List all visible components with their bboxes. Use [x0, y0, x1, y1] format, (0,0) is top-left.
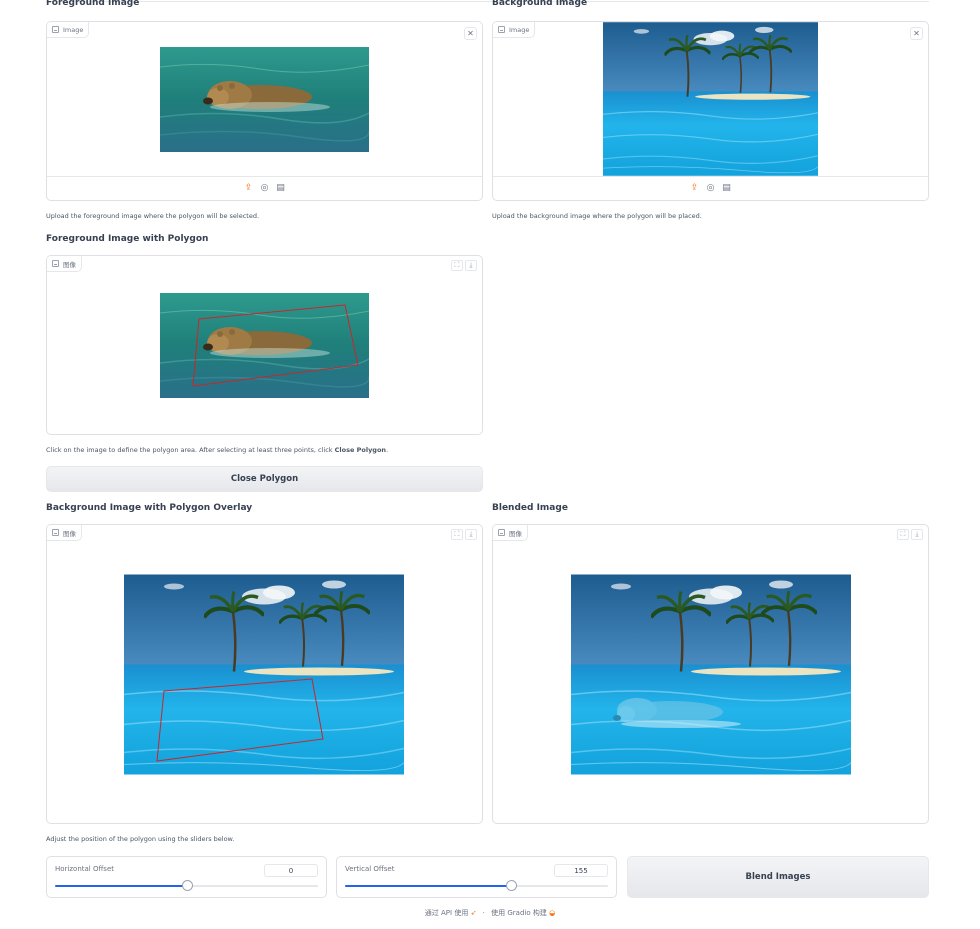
top-divider [46, 0, 929, 2]
horizontal-offset-slider: Horizontal Offset 0 [46, 856, 327, 898]
polygon-image[interactable] [160, 293, 369, 398]
horizontal-offset-fill [55, 885, 187, 887]
rocket-icon: ➶ [470, 909, 477, 917]
vertical-offset-label: Vertical Offset [345, 865, 395, 873]
vertical-offset-track[interactable] [345, 880, 608, 891]
background-upload-panel[interactable]: Image ✕ ⇪ ◎ ▤ [492, 21, 929, 201]
foreground-tag: Image [47, 22, 90, 38]
blended-tag: 图像 [493, 525, 528, 541]
horizontal-offset-input[interactable]: 0 [264, 864, 318, 877]
foreground-upload-panel[interactable]: Image ✕ ⇪ ◎ ▤ [46, 21, 483, 201]
close-polygon-button[interactable]: Close Polygon [46, 466, 483, 492]
image-icon [52, 26, 59, 33]
clipboard-icon[interactable]: ▤ [722, 184, 732, 194]
upload-icon[interactable]: ⇪ [690, 184, 700, 194]
download-icon[interactable]: ⤓ [465, 529, 477, 540]
gradio-logo-icon: ◒ [549, 909, 556, 917]
blended-image [571, 574, 851, 775]
footer-separator: · [482, 909, 485, 917]
image-icon [52, 260, 59, 267]
clipboard-icon[interactable]: ▤ [276, 184, 286, 194]
webcam-icon[interactable]: ◎ [706, 184, 716, 194]
close-icon[interactable]: ✕ [464, 27, 477, 40]
close-icon[interactable]: ✕ [910, 27, 923, 40]
fullscreen-icon[interactable]: ⛶ [897, 529, 909, 540]
footer: 通过 API 使用 ➶ · 使用 Gradio 构建 ◒ [0, 908, 980, 918]
image-icon [498, 26, 505, 33]
foreground-title: Foreground Image [46, 0, 140, 8]
api-link[interactable]: 通过 API 使用 [425, 909, 469, 917]
foreground-toolbar: ⇪ ◎ ▤ [47, 176, 482, 200]
horizontal-offset-thumb[interactable] [181, 880, 193, 891]
horizontal-offset-label: Horizontal Offset [55, 865, 114, 873]
background-image[interactable] [603, 22, 818, 176]
background-toolbar: ⇪ ◎ ▤ [493, 176, 928, 200]
fullscreen-icon[interactable]: ⛶ [451, 260, 463, 271]
gradio-link[interactable]: 使用 Gradio 构建 [491, 909, 547, 917]
polygon-title: Foreground Image with Polygon [46, 234, 209, 244]
background-tag: Image [493, 22, 536, 38]
polygon-hint: Click on the image to define the polygon… [46, 446, 389, 454]
webcam-icon[interactable]: ◎ [260, 184, 270, 194]
fullscreen-icon[interactable]: ⛶ [451, 529, 463, 540]
polygon-panel: 图像 ⛶ ⤓ [46, 255, 483, 435]
overlay-actions: ⛶ ⤓ [451, 529, 477, 540]
image-icon [52, 529, 59, 536]
overlay-hint: Adjust the position of the polygon using… [46, 835, 235, 843]
overlay-tag: 图像 [47, 525, 82, 541]
foreground-hint: Upload the foreground image where the po… [46, 212, 260, 220]
vertical-offset-slider: Vertical Offset 155 [336, 856, 617, 898]
blended-actions: ⛶ ⤓ [897, 529, 923, 540]
upload-icon[interactable]: ⇪ [244, 184, 254, 194]
vertical-offset-input[interactable]: 155 [554, 864, 608, 877]
overlay-image [124, 574, 404, 775]
background-hint: Upload the background image where the po… [492, 212, 702, 220]
overlay-panel: 图像 ⛶ ⤓ [46, 524, 483, 824]
download-icon[interactable]: ⤓ [911, 529, 923, 540]
foreground-image[interactable] [160, 47, 369, 152]
background-title: Background Image [492, 0, 588, 8]
image-icon [498, 529, 505, 536]
vertical-offset-fill [345, 885, 511, 887]
polygon-actions: ⛶ ⤓ [451, 260, 477, 271]
download-icon[interactable]: ⤓ [465, 260, 477, 271]
polygon-tag: 图像 [47, 256, 82, 272]
blended-panel: 图像 ⛶ ⤓ [492, 524, 929, 824]
blended-title: Blended Image [492, 503, 568, 513]
vertical-offset-thumb[interactable] [505, 880, 517, 891]
blend-images-button[interactable]: Blend Images [627, 856, 929, 898]
horizontal-offset-track[interactable] [55, 880, 318, 891]
overlay-title: Background Image with Polygon Overlay [46, 503, 253, 513]
